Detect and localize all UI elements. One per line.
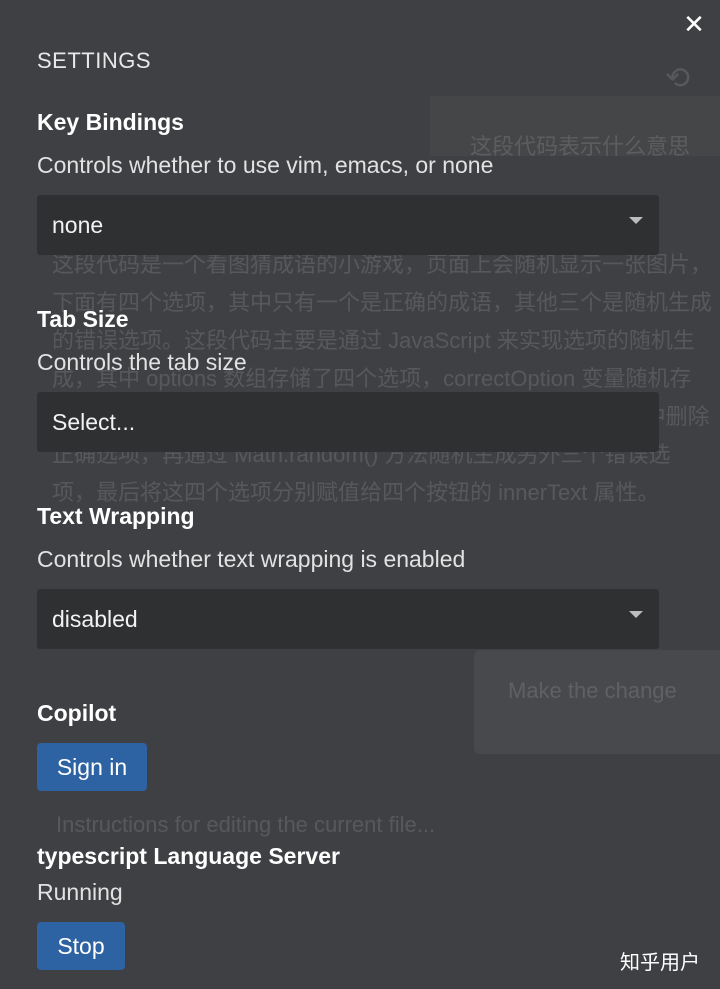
refresh-icon: ⟲ bbox=[665, 62, 691, 95]
settings-overlay: ⟲ 这段代码表示什么意思 这段代码是一个看图猜成语的小游戏，页面上会随机显示一张… bbox=[0, 0, 720, 989]
background-question: 这段代码表示什么意思 bbox=[470, 134, 691, 159]
watermark: 知乎用户 bbox=[620, 952, 700, 974]
tab-size-select[interactable]: Select... bbox=[37, 392, 659, 452]
background-content: ⟲ 这段代码表示什么意思 这段代码是一个看图猜成语的小游戏，页面上会随机显示一张… bbox=[0, 0, 720, 989]
key-bindings-select[interactable]: none bbox=[37, 195, 659, 255]
copilot-heading: Copilot bbox=[37, 700, 117, 726]
text-wrapping-value: disabled bbox=[52, 606, 138, 632]
close-icon[interactable]: ✕ bbox=[680, 10, 708, 38]
stop-button[interactable]: Stop bbox=[37, 922, 125, 970]
sign-in-button[interactable]: Sign in bbox=[37, 743, 147, 791]
language-server-status: Running bbox=[37, 879, 123, 905]
language-server-heading: typescript Language Server bbox=[37, 843, 340, 869]
background-instructions: Instructions for editing the current fil… bbox=[56, 812, 436, 837]
background-input-placeholder: Make the change bbox=[508, 678, 677, 703]
key-bindings-value: none bbox=[52, 212, 104, 238]
tab-size-heading: Tab Size bbox=[37, 306, 129, 332]
background-question-panel bbox=[430, 96, 720, 156]
key-bindings-heading: Key Bindings bbox=[37, 109, 184, 135]
chevron-down-icon bbox=[629, 217, 643, 224]
key-bindings-description: Controls whether to use vim, emacs, or n… bbox=[37, 152, 494, 178]
chevron-down-icon bbox=[629, 611, 643, 618]
tab-size-value: Select... bbox=[52, 409, 136, 435]
tab-size-description: Controls the tab size bbox=[37, 349, 247, 375]
text-wrapping-description: Controls whether text wrapping is enable… bbox=[37, 546, 466, 572]
text-wrapping-heading: Text Wrapping bbox=[37, 503, 195, 529]
settings-title: SETTINGS bbox=[37, 48, 152, 73]
background-answer: 这段代码是一个看图猜成语的小游戏，页面上会随机显示一张图片，下面有四个选项，其中… bbox=[52, 252, 713, 505]
text-wrapping-select[interactable]: disabled bbox=[37, 589, 659, 649]
background-input-box bbox=[474, 650, 720, 754]
